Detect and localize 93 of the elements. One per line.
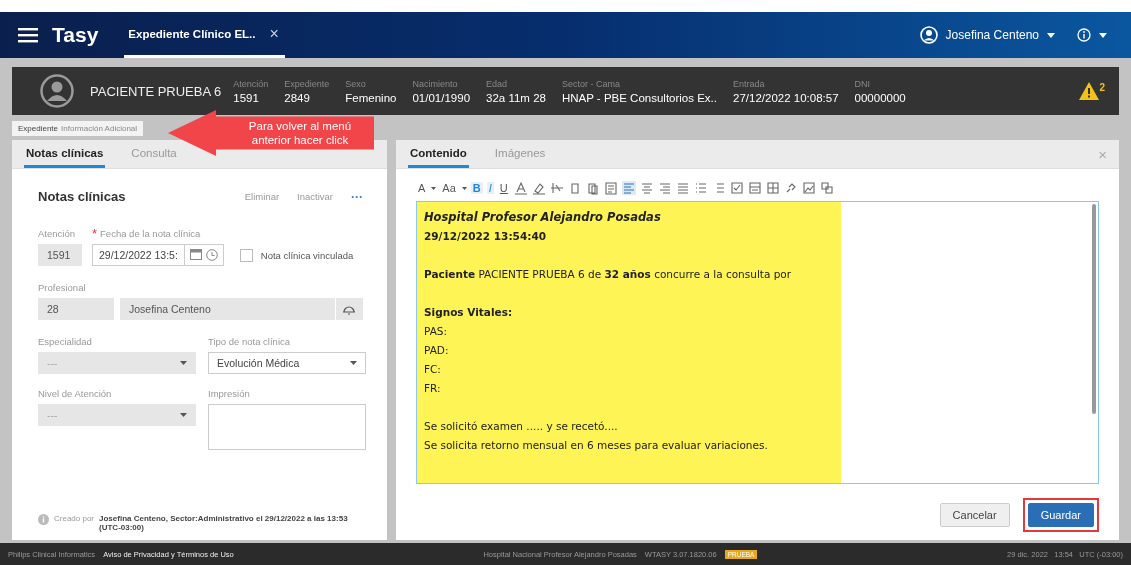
scrollbar-thumb[interactable] [1092, 204, 1096, 414]
impression-field[interactable] [208, 404, 366, 450]
attention-field[interactable]: 1591 [38, 244, 82, 266]
template-icon[interactable] [819, 181, 834, 195]
user-avatar-icon[interactable] [919, 26, 938, 44]
format-button[interactable]: U [497, 182, 510, 194]
info-icon[interactable] [1077, 28, 1091, 42]
field-value: Femenino [345, 91, 397, 104]
field-value: 01/01/1990 [412, 91, 471, 104]
field-label: Especialidad [38, 336, 93, 347]
dropdown[interactable]: Evolución Médica [208, 352, 366, 374]
text-editor[interactable] [416, 201, 1099, 484]
panel-tab[interactable]: Contenido [408, 140, 469, 168]
tab-label[interactable]: Expediente Clínico EL.. [128, 27, 256, 40]
font-color-icon[interactable] [513, 181, 528, 195]
callout-text: Para volver al menú anterior hacer click [247, 119, 353, 147]
patient-name: PACIENTE PRUEBA 6 [90, 83, 222, 99]
field-label: Sector - Cama [561, 78, 621, 89]
caret-icon[interactable] [431, 186, 437, 190]
field-label: Profesional [38, 282, 87, 293]
field-label: Impresión [208, 388, 251, 399]
note-line: PAD: [424, 343, 450, 358]
strike-icon[interactable] [549, 181, 564, 195]
caret-icon[interactable] [1047, 32, 1055, 38]
caret-icon[interactable] [1099, 32, 1107, 38]
checkbox[interactable] [239, 248, 253, 262]
note-line: Se solicita retorno mensual en 6 meses para evaluar variaciones. [424, 438, 769, 453]
format-button[interactable]: A [416, 182, 428, 194]
app-logo: Tasy [52, 23, 99, 47]
note-line: Se solicitó examen ..... y se recetó.... [424, 419, 619, 434]
align-center-icon[interactable] [639, 181, 654, 195]
clock-icon[interactable] [205, 249, 218, 261]
field-value: 27/12/2022 10:08:57 [733, 91, 839, 104]
professional-code-field[interactable]: 28 [38, 298, 114, 320]
breadcrumb-link[interactable]: Información Adicional [61, 124, 138, 133]
close-tab-button[interactable]: × [269, 24, 279, 43]
note-line: PAS: [424, 324, 449, 339]
menu-icon[interactable] [18, 27, 38, 43]
field-label: Sexo [345, 78, 367, 89]
highlight-icon[interactable] [531, 181, 546, 195]
field-value: HNAP - PBE Consultorios Ex.. [561, 91, 717, 104]
field-label: Expediente [284, 78, 330, 89]
format-button[interactable]: Aa [440, 182, 458, 194]
align-left-icon[interactable] [621, 181, 636, 195]
created-text: Josefina Centeno, Sector:Administrativo el 29/12/2022 a las 13:53 (UTC-03:00) [99, 514, 349, 532]
align-right-icon[interactable] [657, 181, 672, 195]
caret-icon[interactable] [350, 361, 357, 365]
cancel-button[interactable]: Cancelar [939, 503, 1010, 527]
required-mark: * [92, 229, 98, 238]
table-icon[interactable] [765, 181, 780, 195]
user-name[interactable]: Josefina Centeno [945, 28, 1039, 42]
image-icon[interactable] [801, 181, 816, 195]
field-label: DNI [854, 78, 872, 89]
note-line: 29/12/2022 13:54:40 [424, 229, 547, 244]
date-field[interactable]: 29/12/2022 13:5: [92, 244, 224, 266]
paste-icon[interactable] [585, 181, 600, 195]
field-label: Tipo de nota clínica [208, 336, 292, 347]
field-icon[interactable] [747, 181, 762, 195]
justify-icon[interactable] [675, 181, 690, 195]
field-value: 00000000 [854, 91, 906, 104]
created-label: Creado por [54, 514, 95, 523]
breadcrumb-current: Expediente [18, 124, 59, 133]
warning-icon[interactable] [1079, 82, 1100, 100]
field-label: Atención [38, 228, 76, 239]
field-label: Atención [233, 78, 269, 89]
field-label: Edad [486, 78, 509, 89]
field-value: 2849 [284, 91, 311, 104]
panel-tab[interactable]: Notas clínicas [24, 140, 106, 168]
note-line: Paciente PACIENTE PRUEBA 6 de 32 años concurre a la consulta por [424, 267, 793, 282]
field-value: 1591 [233, 91, 260, 104]
avatar-silhouette-icon [40, 74, 74, 108]
note-line: FC: [424, 362, 442, 377]
section-title: Notas clínicas [38, 189, 126, 204]
checkbox-label: Nota clínica vinculada [260, 249, 354, 261]
field-value: 32a 11m 28 [486, 91, 546, 104]
caret-icon[interactable] [461, 186, 467, 190]
format-button[interactable]: I [486, 182, 494, 194]
checkbox-icon[interactable] [729, 181, 744, 195]
field-label: Entrada [733, 78, 766, 89]
paste-text-icon[interactable] [603, 181, 618, 195]
note-line: FR: [424, 381, 442, 396]
save-button[interactable]: Guardar [1027, 503, 1094, 527]
note-line: Hospital Profesor Alejandro Posadas [424, 209, 662, 226]
note-line: Signos Vitales: [424, 305, 514, 320]
bullets-icon[interactable] [693, 181, 708, 195]
field-label: Nacimiento [412, 78, 459, 89]
info-icon [38, 514, 49, 525]
professional-name-field[interactable]: Josefina Centeno [120, 298, 363, 320]
field-label: Nivel de Atención [38, 388, 113, 399]
alert-count: 2 [1099, 82, 1105, 93]
more-button[interactable]: ··· [351, 189, 363, 204]
calendar-icon[interactable] [189, 249, 202, 260]
field-label: Fecha de la nota clínica [100, 228, 201, 239]
